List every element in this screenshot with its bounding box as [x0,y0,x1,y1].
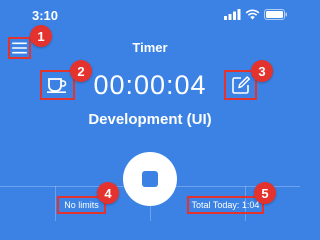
annotation-badge-4: 4 [97,182,119,204]
annotation-badge-3: 3 [251,60,273,82]
project-name[interactable]: Development (UI) [0,111,300,128]
annotation-badge-5: 5 [254,182,276,204]
status-time: 3:10 [32,8,59,23]
signal-icon [224,9,241,20]
total-today[interactable]: Total Today: 1:04 [187,196,264,214]
status-icons [224,9,288,20]
page-title: Timer [132,40,168,55]
footer-divider-left [55,186,56,221]
stop-button[interactable] [123,152,177,206]
battery-icon [264,9,287,20]
wifi-icon [245,9,260,20]
edit-entry-icon [231,76,250,94]
stop-icon [142,171,158,187]
